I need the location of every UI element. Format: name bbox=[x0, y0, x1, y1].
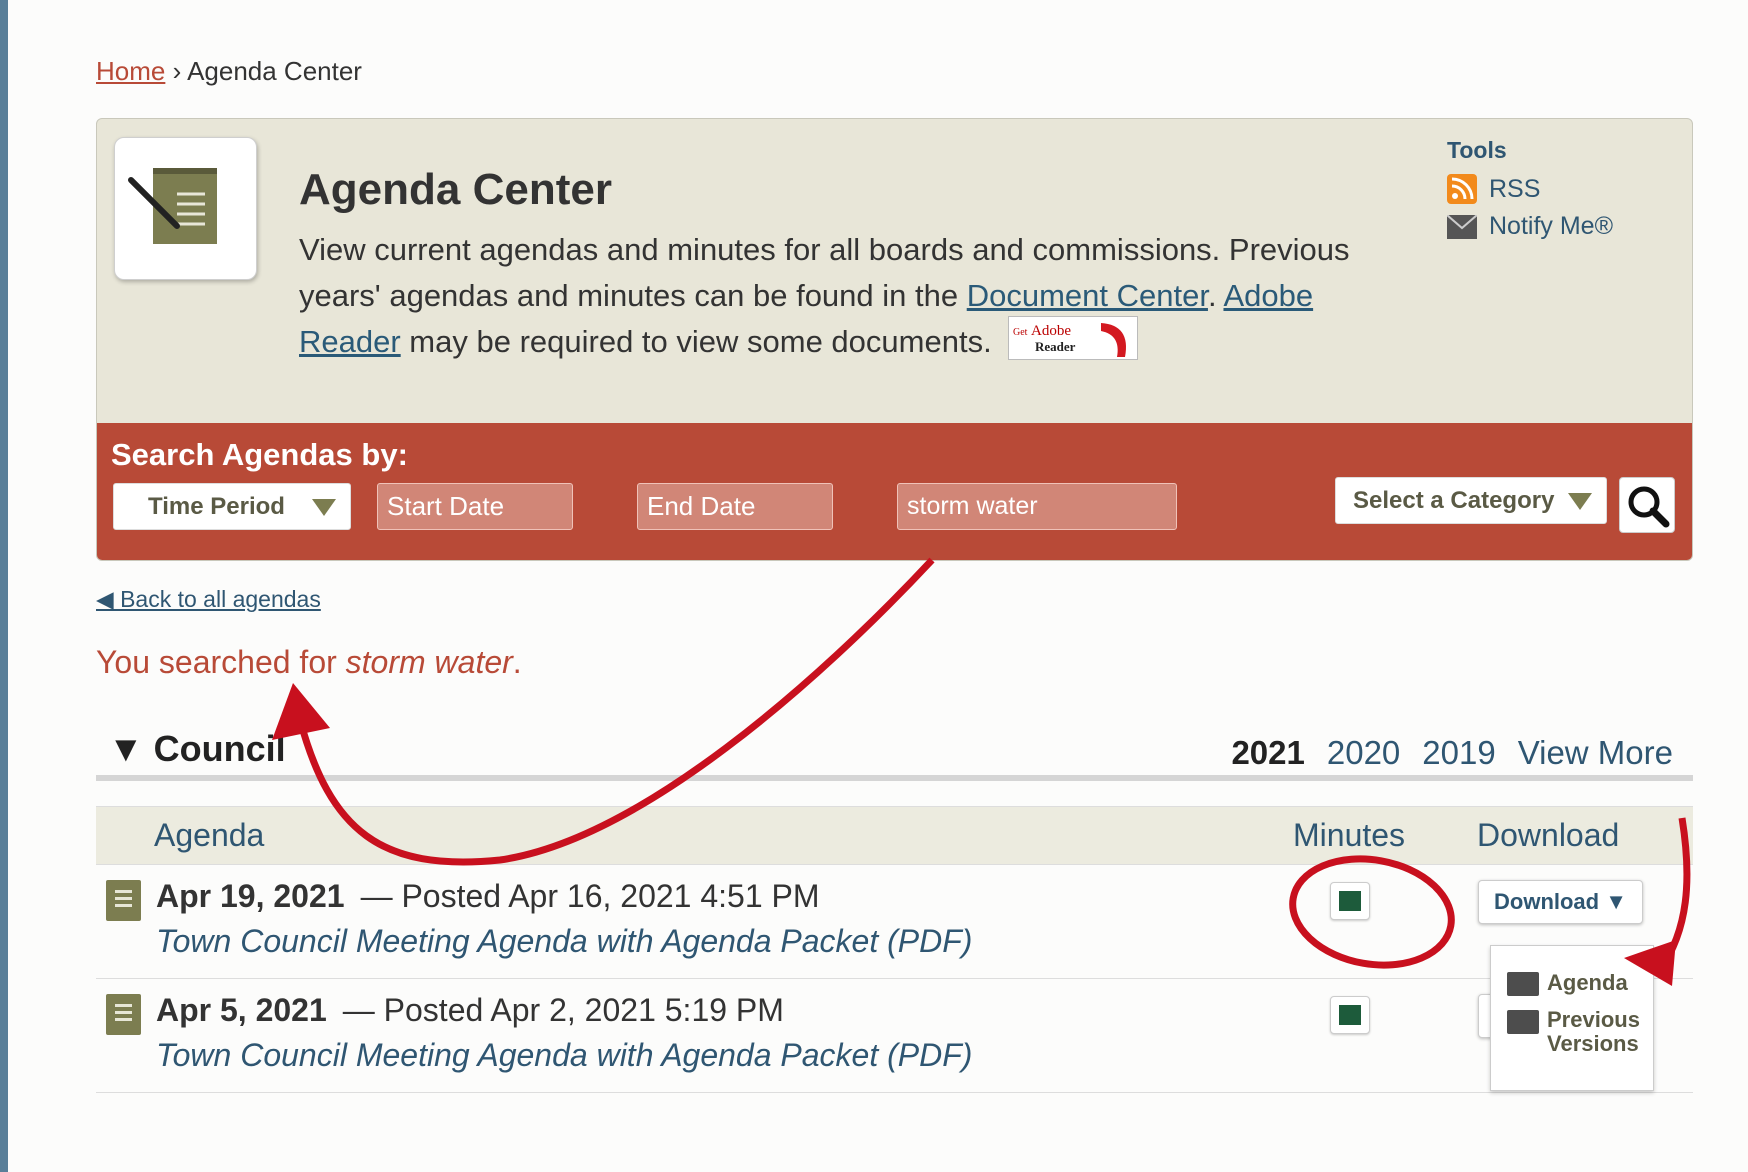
col-download-header: Download bbox=[1477, 817, 1620, 853]
window-edge bbox=[0, 0, 8, 1172]
council-section-header: ▼ Council 2021 2020 2019 View More bbox=[96, 722, 1693, 778]
col-minutes-header: Minutes bbox=[1293, 817, 1406, 853]
tools-box: Tools RSS Notify Me® bbox=[1447, 137, 1652, 249]
table-row: Apr 5, 2021— Posted Apr 2, 2021 5:19 PM … bbox=[96, 980, 1693, 1093]
breadcrumb-current: Agenda Center bbox=[187, 56, 362, 86]
dropdown-previous-versions-item[interactable]: Previous Versions bbox=[1507, 1008, 1640, 1056]
download-dropdown-menu: Agenda Previous Versions bbox=[1490, 945, 1654, 1091]
year-2021-link[interactable]: 2021 bbox=[1231, 734, 1304, 772]
col-agenda-header: Agenda bbox=[154, 817, 265, 853]
breadcrumb-home-link[interactable]: Home bbox=[96, 56, 165, 86]
magnifier-icon bbox=[1628, 486, 1670, 528]
intro-part-2: . bbox=[1207, 278, 1224, 313]
pdf-icon bbox=[1507, 972, 1539, 996]
document-center-link[interactable]: Document Center bbox=[967, 278, 1208, 313]
search-button[interactable] bbox=[1619, 477, 1675, 533]
back-to-all-agendas-link[interactable]: ◀ Back to all agendas bbox=[96, 586, 321, 613]
agenda-document-icon bbox=[106, 880, 141, 921]
tools-title: Tools bbox=[1447, 137, 1507, 163]
search-summary-prefix: You searched for bbox=[96, 644, 346, 680]
adobe-reader-logo: Get Adobe Reader bbox=[1013, 322, 1127, 357]
svg-text:Reader: Reader bbox=[1035, 339, 1076, 354]
agenda-title-link[interactable]: Town Council Meeting Agenda with Agenda … bbox=[156, 923, 972, 960]
time-period-label: Time Period bbox=[148, 492, 285, 520]
breadcrumb-separator: › bbox=[172, 56, 182, 86]
envelope-icon bbox=[1447, 214, 1477, 239]
search-title: Search Agendas by: bbox=[111, 437, 408, 472]
dropdown-agenda-item[interactable]: Agenda bbox=[1507, 970, 1628, 996]
svg-text:Get: Get bbox=[1013, 327, 1028, 338]
dropdown-arrow-icon bbox=[312, 499, 336, 516]
end-date-input[interactable]: End Date bbox=[637, 483, 833, 530]
svg-text:Adobe: Adobe bbox=[1031, 323, 1071, 339]
notify-me-link[interactable]: Notify Me® bbox=[1447, 212, 1652, 241]
agenda-document-icon bbox=[106, 994, 141, 1035]
notify-me-label: Notify Me® bbox=[1489, 212, 1613, 240]
meeting-date: Apr 19, 2021 bbox=[156, 878, 345, 914]
dropdown-arrow-icon bbox=[1568, 493, 1592, 510]
notepad-icon bbox=[128, 168, 217, 244]
get-adobe-reader-badge[interactable]: Get Adobe Reader bbox=[1008, 315, 1139, 360]
posted-date: — Posted Apr 2, 2021 5:19 PM bbox=[342, 992, 784, 1028]
search-summary: You searched for storm water. bbox=[96, 644, 522, 681]
council-toggle[interactable]: ▼ Council bbox=[108, 728, 286, 770]
search-summary-term: storm water bbox=[345, 644, 513, 680]
agenda-logo bbox=[114, 137, 257, 280]
dropdown-agenda-label: Agenda bbox=[1547, 970, 1628, 995]
category-select[interactable]: Select a Category bbox=[1335, 477, 1607, 524]
section-divider bbox=[96, 775, 1693, 781]
search-bar: Search Agendas by: Time Period Start Dat… bbox=[97, 423, 1692, 560]
rss-label: RSS bbox=[1489, 174, 1541, 203]
meeting-date: Apr 5, 2021 bbox=[156, 992, 327, 1028]
table-row: Apr 19, 2021 — Posted Apr 16, 2021 4:51 P… bbox=[96, 866, 1693, 979]
table-header: Agenda Minutes Download bbox=[96, 806, 1693, 865]
row-date: Apr 19, 2021 — Posted Apr 16, 2021 4:51 P… bbox=[156, 878, 820, 915]
view-more-link[interactable]: View More bbox=[1518, 734, 1673, 772]
keyword-search-input[interactable]: storm water bbox=[897, 483, 1177, 530]
history-icon bbox=[1507, 1010, 1539, 1034]
page-title: Agenda Center bbox=[299, 165, 612, 214]
intro-part-3: may be required to view some documents. bbox=[400, 324, 992, 359]
start-date-input[interactable]: Start Date bbox=[377, 483, 573, 530]
agenda-title-link[interactable]: Town Council Meeting Agenda with Agenda … bbox=[156, 1037, 972, 1074]
rss-icon bbox=[1447, 174, 1477, 204]
dropdown-previous-versions-label: Previous Versions bbox=[1547, 1007, 1640, 1056]
year-filter: 2021 2020 2019 View More bbox=[1231, 734, 1673, 772]
intro-text: View current agendas and minutes for all… bbox=[299, 227, 1399, 366]
rss-link[interactable]: RSS bbox=[1447, 174, 1652, 204]
time-period-select[interactable]: Time Period bbox=[113, 483, 351, 530]
search-summary-suffix: . bbox=[512, 644, 522, 680]
agenda-center-panel: Agenda Center View current agendas and m… bbox=[96, 118, 1693, 561]
row-date: Apr 5, 2021 — Posted Apr 2, 2021 5:19 PM bbox=[156, 992, 784, 1029]
breadcrumb: Home › Agenda Center bbox=[96, 56, 362, 87]
year-2019-link[interactable]: 2019 bbox=[1422, 734, 1495, 772]
category-label: Select a Category bbox=[1353, 486, 1555, 514]
minutes-icon[interactable] bbox=[1330, 996, 1370, 1034]
download-button[interactable]: Download ▼ bbox=[1478, 880, 1643, 924]
year-2020-link[interactable]: 2020 bbox=[1327, 734, 1400, 772]
minutes-icon[interactable] bbox=[1330, 882, 1370, 920]
posted-date: — Posted Apr 16, 2021 4:51 PM bbox=[360, 878, 820, 914]
